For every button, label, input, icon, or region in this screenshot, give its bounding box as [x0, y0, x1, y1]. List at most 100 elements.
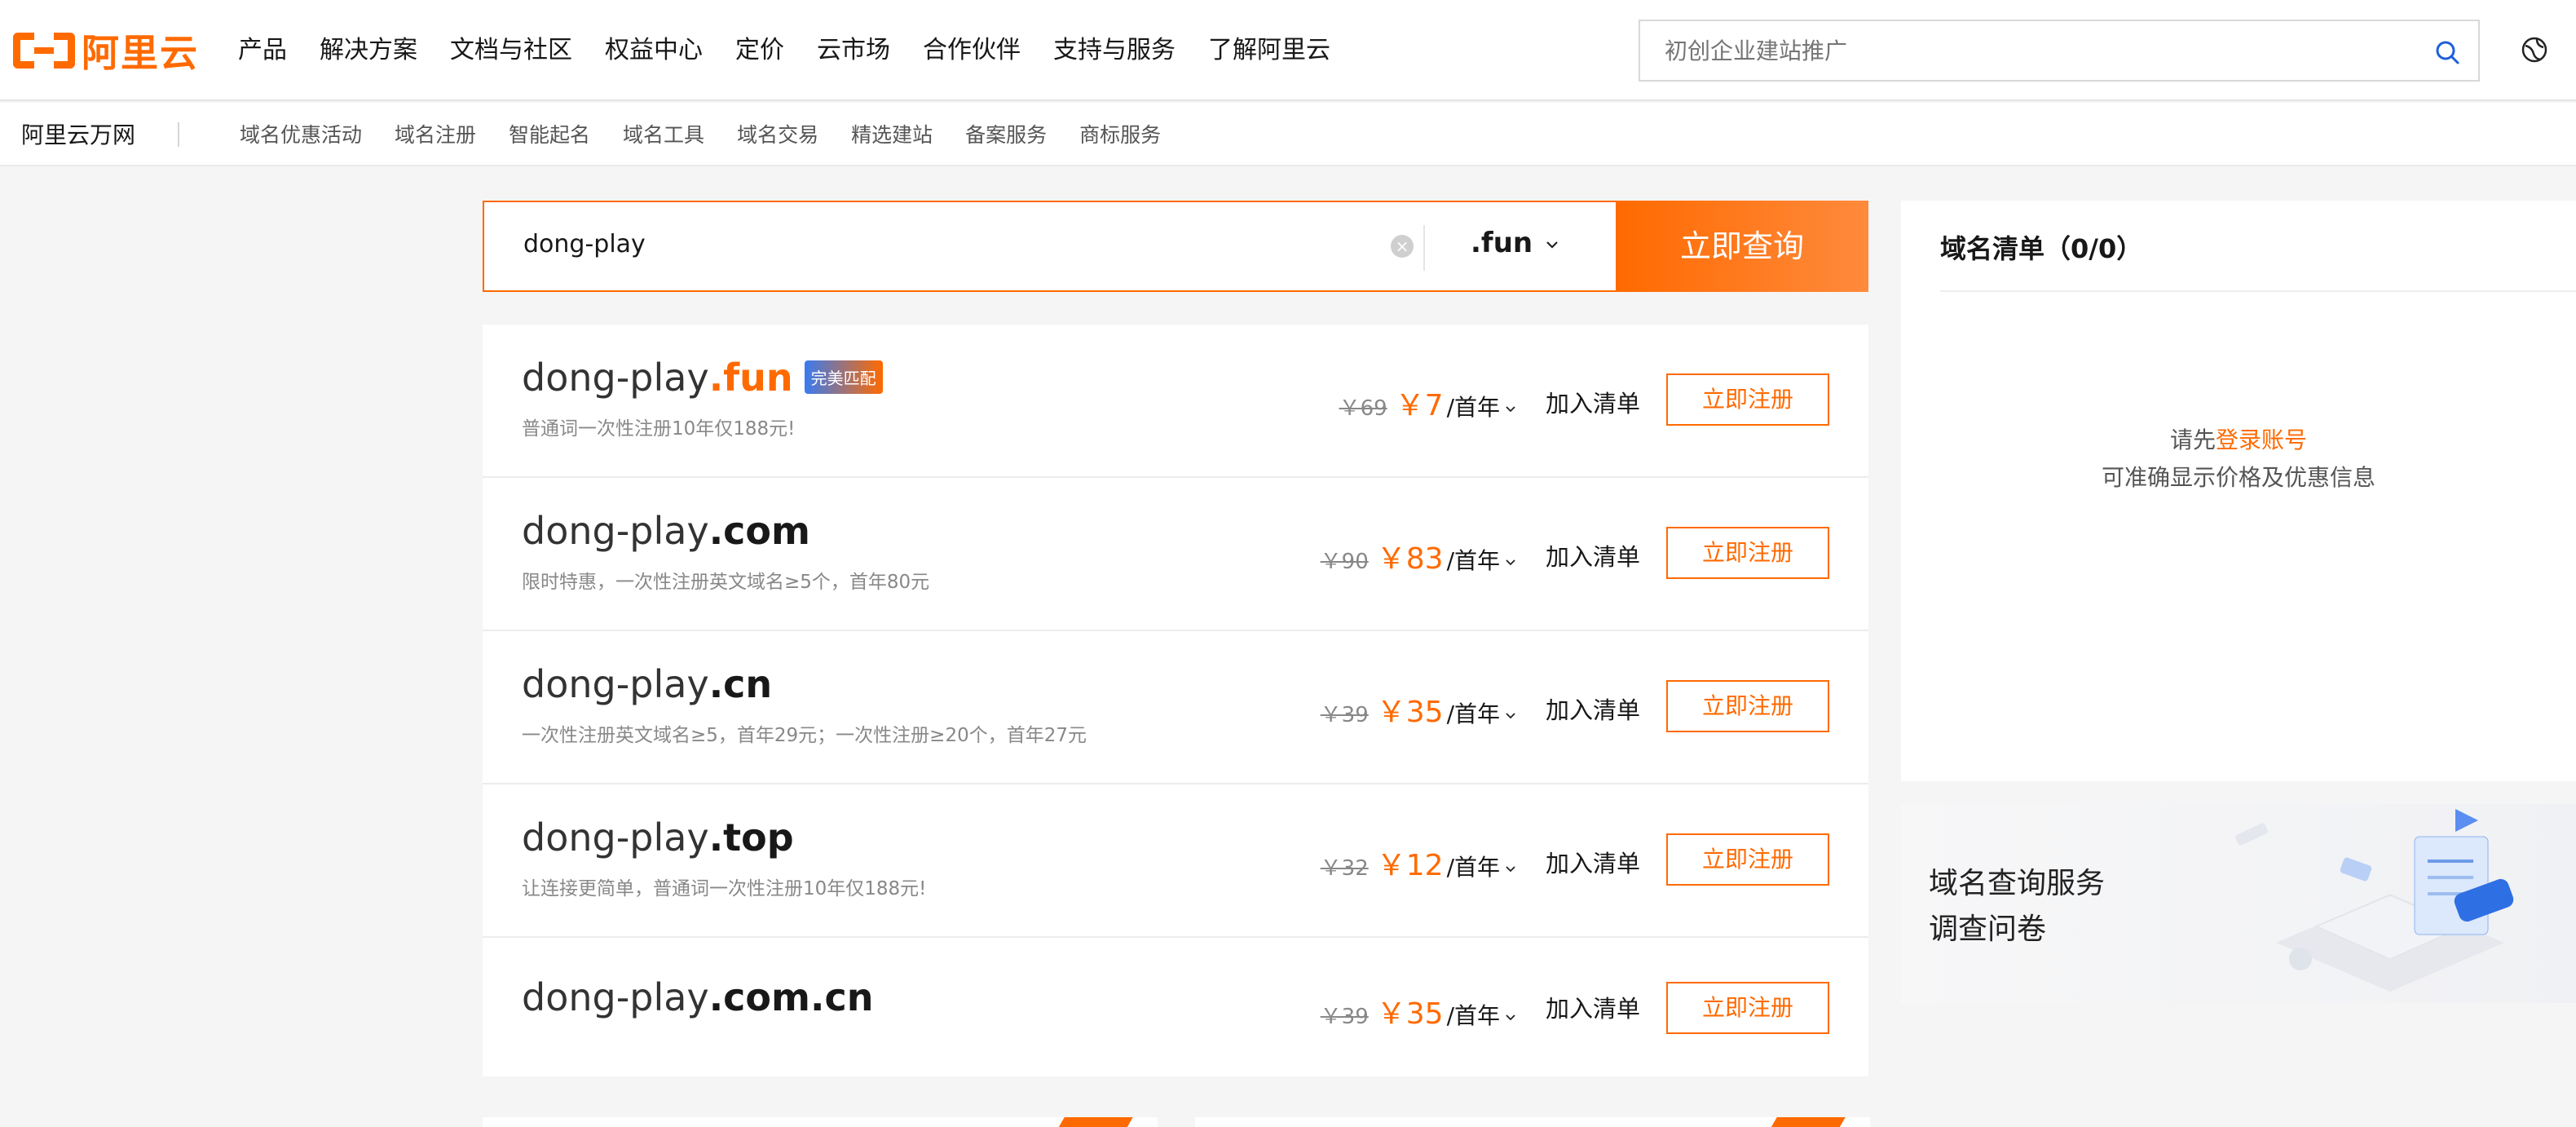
result-row: dong-play.cn 一次性注册英文域名≥5，首年29元；一次性注册≥20个…: [483, 631, 1868, 784]
register-button[interactable]: 立即注册: [1666, 982, 1829, 1034]
chevron-down-icon[interactable]: [1505, 404, 1516, 415]
domain-tld: .com: [708, 509, 810, 553]
subnav-item-promotions[interactable]: 域名优惠活动: [240, 119, 362, 148]
result-row: dong-play.com 限时特惠，一次性注册英文域名≥5个，首年80元 ￥9…: [483, 478, 1868, 631]
promo-card[interactable]: [483, 1117, 1158, 1127]
price-unit[interactable]: /首年: [1447, 850, 1500, 882]
domain-name: dong-play.com.cn: [522, 975, 873, 1019]
subnav-brand[interactable]: 阿里云万网: [21, 117, 135, 150]
current-price: ￥12: [1376, 849, 1444, 882]
current-price: ￥7: [1395, 389, 1444, 422]
search-icon[interactable]: [2434, 39, 2460, 65]
tld-select[interactable]: .fun: [1471, 227, 1533, 259]
register-button[interactable]: 立即注册: [1666, 833, 1829, 886]
result-row: dong-play.com.cn ￥39 ￥35 /首年 加入清单 立即注册: [483, 938, 1868, 1076]
nav-item-support[interactable]: 支持与服务: [1053, 31, 1176, 70]
domain-label: dong-play: [522, 975, 709, 1019]
price-unit[interactable]: /首年: [1447, 998, 1500, 1031]
domain-search-bar: dong-play × .fun 立即查询: [483, 201, 1868, 292]
subnav-item-website[interactable]: 精选建站: [851, 119, 933, 148]
domain-label: dong-play: [522, 356, 709, 400]
add-to-list-button[interactable]: 加入清单: [1546, 692, 1640, 726]
chevron-down-icon[interactable]: [1505, 864, 1516, 875]
promo-note: 一次性注册英文域名≥5，首年29元；一次性注册≥20个，首年27元: [522, 725, 1087, 746]
promo-note: 让连接更简单，普通词一次性注册10年仅188元!: [522, 878, 927, 899]
add-to-list-button[interactable]: 加入清单: [1546, 385, 1640, 419]
nav-item-benefits[interactable]: 权益中心: [605, 31, 703, 70]
domain-tld: .fun: [708, 356, 793, 400]
nav-item-about[interactable]: 了解阿里云: [1208, 31, 1330, 70]
nav-item-partners[interactable]: 合作伙伴: [923, 31, 1021, 70]
nav-item-products[interactable]: 产品: [238, 31, 287, 70]
login-prefix: 请先: [2169, 426, 2216, 453]
query-button[interactable]: 立即查询: [1616, 201, 1868, 292]
clear-icon[interactable]: ×: [1391, 235, 1414, 258]
domain-list-title: 域名清单（0/0）: [1940, 233, 2143, 264]
panel-divider: [1940, 290, 2576, 292]
card-ribbon: [1767, 1117, 1846, 1127]
aliyun-logo-icon: [13, 29, 75, 72]
top-header: 阿里云 产品 解决方案 文档与社区 权益中心 定价 云市场 合作伙伴 支持与服务…: [0, 0, 2576, 101]
subnav-item-icp[interactable]: 备案服务: [965, 119, 1047, 148]
domain-tld: .com.cn: [708, 975, 874, 1019]
subnav-item-smart-naming[interactable]: 智能起名: [509, 119, 590, 148]
domain-list-panel: 域名清单（0/0） 请先登录账号 可准确显示价格及优惠信息: [1901, 201, 2576, 781]
price: ￥32 ￥12 /首年: [1321, 842, 1516, 884]
original-price: ￥39: [1320, 703, 1369, 727]
nav-item-solutions[interactable]: 解决方案: [320, 31, 417, 70]
register-button[interactable]: 立即注册: [1666, 680, 1829, 732]
domain-name: dong-play.fun 完美匹配: [522, 356, 883, 400]
survey-banner[interactable]: 域名查询服务 调查问卷: [1901, 804, 2576, 1003]
original-price: ￥90: [1320, 550, 1369, 574]
subnav-divider: [178, 122, 179, 147]
domain-tld: .cn: [708, 662, 773, 706]
chevron-down-icon[interactable]: [1505, 557, 1516, 568]
domain-results: dong-play.fun 完美匹配 普通词一次性注册10年仅188元! ￥69 …: [483, 325, 1868, 1076]
subnav-item-trademark[interactable]: 商标服务: [1079, 119, 1161, 148]
register-button[interactable]: 立即注册: [1666, 373, 1829, 426]
domain-search-input[interactable]: dong-play: [523, 230, 646, 259]
survey-illustration-icon: [2235, 809, 2514, 992]
login-hint: 可准确显示价格及优惠信息: [2101, 464, 2375, 491]
price-unit[interactable]: /首年: [1447, 390, 1500, 422]
subnav-item-trading[interactable]: 域名交易: [737, 119, 818, 148]
add-to-list-button[interactable]: 加入清单: [1546, 538, 1640, 572]
domain-tld: .top: [708, 815, 794, 860]
subnav-item-tools[interactable]: 域名工具: [623, 119, 704, 148]
promo-note: 普通词一次性注册10年仅188元!: [522, 418, 796, 440]
add-to-list-button[interactable]: 加入清单: [1546, 845, 1640, 879]
chevron-down-icon[interactable]: [1505, 710, 1516, 722]
site-search-input[interactable]: [1665, 21, 2398, 80]
main-nav: 产品 解决方案 文档与社区 权益中心 定价 云市场 合作伙伴 支持与服务 了解阿…: [238, 31, 1330, 70]
globe-icon[interactable]: [2521, 36, 2548, 64]
subnav-item-register[interactable]: 域名注册: [395, 119, 476, 148]
promo-card[interactable]: [1195, 1117, 1870, 1127]
domain-name: dong-play.com: [522, 509, 810, 553]
price: ￥39 ￥35 /首年: [1321, 990, 1516, 1032]
nav-item-marketplace[interactable]: 云市场: [817, 31, 890, 70]
sub-nav: 阿里云万网 域名优惠活动 域名注册 智能起名 域名工具 域名交易 精选建站 备案…: [0, 103, 2576, 166]
price-unit[interactable]: /首年: [1447, 696, 1500, 729]
aliyun-logo[interactable]: 阿里云: [13, 28, 199, 75]
price: ￥90 ￥83 /首年: [1321, 535, 1516, 577]
original-price: ￥69: [1339, 396, 1387, 421]
logo-text: 阿里云: [82, 31, 199, 75]
domain-name: dong-play.cn: [522, 662, 772, 706]
perfect-match-badge: 完美匹配: [804, 360, 883, 394]
add-to-list-button[interactable]: 加入清单: [1546, 990, 1640, 1024]
promo-note: 限时特惠，一次性注册英文域名≥5个，首年80元: [522, 572, 930, 593]
price: ￥69 ￥7 /首年: [1339, 382, 1516, 424]
current-price: ￥35: [1376, 696, 1444, 729]
chevron-down-icon[interactable]: [1546, 238, 1559, 251]
price-unit[interactable]: /首年: [1447, 543, 1500, 576]
nav-item-docs[interactable]: 文档与社区: [450, 31, 572, 70]
login-link[interactable]: 登录账号: [2216, 426, 2307, 453]
nav-item-pricing[interactable]: 定价: [735, 31, 784, 70]
register-button[interactable]: 立即注册: [1666, 527, 1829, 579]
chevron-down-icon[interactable]: [1505, 1012, 1516, 1023]
site-search: [1639, 20, 2480, 82]
search-divider: [1423, 225, 1425, 271]
original-price: ￥32: [1320, 856, 1369, 881]
original-price: ￥39: [1320, 1005, 1369, 1029]
login-prompt: 请先登录账号: [1901, 422, 2576, 455]
